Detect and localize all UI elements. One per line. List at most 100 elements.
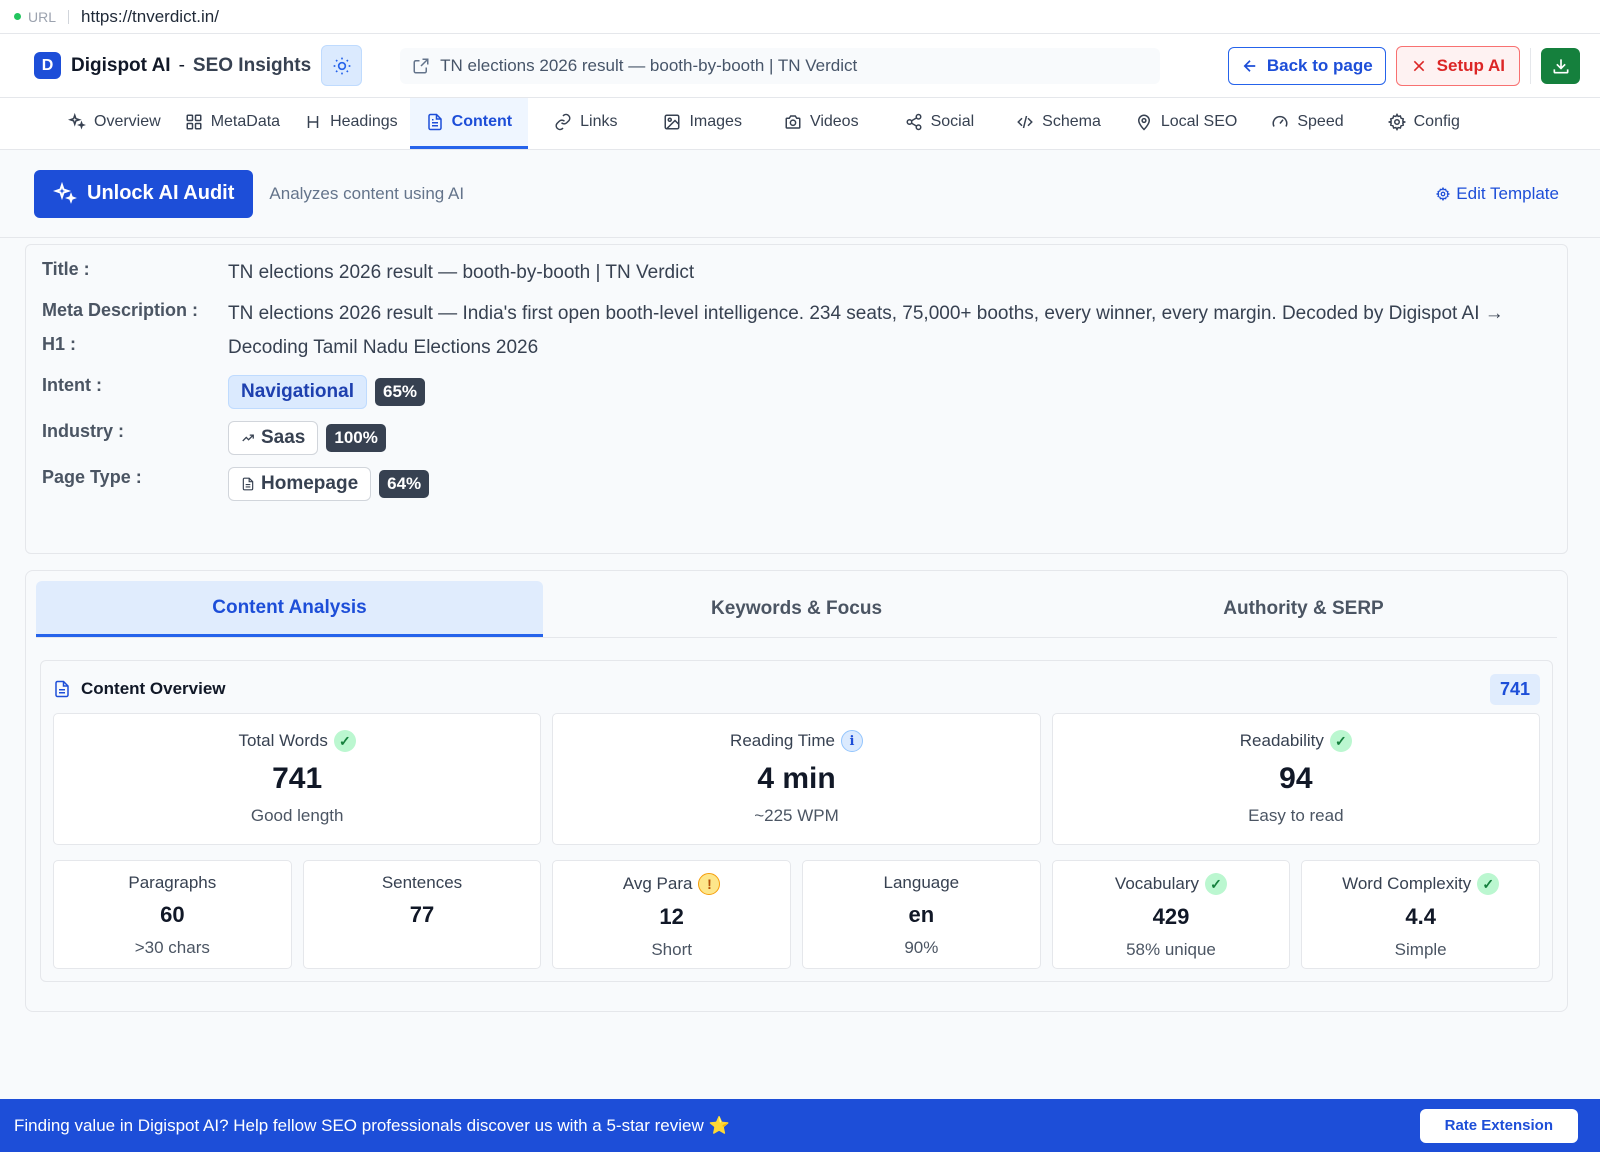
metric-label-row: Vocabulary ✓ — [1053, 873, 1290, 895]
external-link-icon — [413, 58, 429, 73]
metric-value: 77 — [409, 902, 435, 927]
edit-template-link[interactable]: Edit Template — [1436, 184, 1559, 204]
metric-card-sentences: Sentences 77 — [302, 860, 542, 969]
tab-config[interactable]: Config — [1358, 98, 1474, 149]
tab-authority-serp[interactable]: Authority & SERP — [1050, 581, 1557, 637]
meta-h1-value: Decoding Tamil Nadu Elections 2026 — [228, 337, 539, 358]
unlock-ai-audit-button[interactable]: Unlock AI Audit — [34, 169, 254, 218]
meta-row-title: Title : TN elections 2026 result — booth… — [42, 259, 1551, 288]
divider — [68, 9, 70, 24]
meta-row-intent: Intent : Navigational 65% — [42, 374, 1551, 409]
metric-value: 60 — [160, 902, 185, 927]
tab-images[interactable]: Images — [637, 98, 761, 149]
metric-label-row: Sentences — [304, 873, 541, 893]
metric-label-row: Language — [803, 873, 1040, 893]
meta-title-value: TN elections 2026 result — booth-by-boot… — [228, 262, 695, 283]
tab-local-seo[interactable]: Local SEO — [1115, 98, 1251, 149]
tab-label: Speed — [1297, 113, 1344, 130]
metric-value: 94 — [1279, 762, 1313, 795]
meta-summary: Title : TN elections 2026 result — booth… — [25, 244, 1568, 554]
metric-label: Word Complexity — [1342, 874, 1472, 893]
tab-speed[interactable]: Speed — [1251, 98, 1357, 149]
metric-sub: Good length — [250, 806, 344, 825]
tab-label: Content — [451, 113, 513, 130]
document-icon — [427, 113, 442, 131]
map-pin-icon — [1137, 114, 1150, 131]
link-icon — [555, 113, 571, 131]
app-header: D Digispot AI - SEO Insights TN election… — [0, 34, 1600, 98]
tab-label: Local SEO — [1160, 113, 1238, 130]
metric-card-paragraphs: Paragraphs 60 >30 chars — [53, 860, 292, 969]
metric-card-readability: Readability ✓ 94 Easy to read — [1051, 713, 1540, 845]
metric-card-word-complexity: Word Complexity ✓ 4.4 Simple — [1301, 860, 1540, 969]
metric-value: 4 min — [757, 762, 836, 795]
pagetype-value: Homepage — [261, 472, 359, 494]
back-to-page-button[interactable]: Back to page — [1227, 46, 1386, 85]
metric-label: Avg Para — [622, 874, 693, 893]
metric-card-total-words: Total Words ✓ 741 Good length — [53, 713, 542, 845]
tab-videos[interactable]: Videos — [762, 98, 879, 149]
download-button[interactable] — [1541, 47, 1580, 84]
tab-label: Images — [689, 113, 742, 130]
sun-icon — [333, 57, 350, 74]
meta-key: Title : — [42, 259, 90, 279]
industry-value: Saas — [261, 426, 306, 448]
word-count-badge: 741 — [1489, 673, 1540, 705]
tab-social[interactable]: Social — [879, 98, 995, 149]
check-icon: ✓ — [1205, 873, 1228, 895]
meta-row-h1: H1 : Decoding Tamil Nadu Elections 2026 — [42, 334, 1551, 363]
tab-content[interactable]: Content — [409, 98, 529, 149]
metric-value: 12 — [659, 904, 684, 929]
rate-extension-button[interactable]: Rate Extension — [1419, 1108, 1578, 1143]
arrow-left-icon — [1243, 59, 1256, 72]
brand-name: Digispot AI — [71, 54, 171, 76]
section-title: Content Overview — [81, 679, 226, 698]
tab-headings[interactable]: Headings — [292, 98, 410, 149]
content-toolbar: Unlock AI Audit Analyzes content using A… — [0, 150, 1600, 238]
grid-icon — [186, 114, 202, 130]
metric-sub: ~225 WPM — [754, 806, 839, 825]
metric-label-row: Total Words ✓ — [54, 730, 540, 752]
tab-metadata[interactable]: MetaData — [173, 98, 292, 149]
analysis-tabs: Content Analysis Keywords & Focus Author… — [36, 581, 1557, 638]
tab-keywords-focus[interactable]: Keywords & Focus — [543, 581, 1050, 637]
metric-sub: 90% — [904, 938, 939, 957]
edit-template-label: Edit Template — [1456, 183, 1559, 203]
sparkles-icon — [68, 113, 86, 130]
tab-content-analysis[interactable]: Content Analysis — [36, 581, 543, 637]
url-text[interactable]: https://tnverdict.in/ — [81, 7, 219, 27]
toolbar-description: Analyzes content using AI — [269, 183, 465, 203]
page-title-box[interactable]: TN elections 2026 result — booth-by-boot… — [400, 47, 1161, 84]
share-icon — [906, 113, 922, 131]
tab-overview[interactable]: Overview — [56, 98, 173, 149]
meta-key: Intent : — [42, 374, 102, 395]
metric-card-avg-para: Avg Para! 12 Short — [552, 860, 791, 969]
info-icon[interactable]: i — [840, 730, 863, 752]
theme-toggle-button[interactable] — [321, 45, 363, 86]
tab-schema[interactable]: Schema — [994, 98, 1115, 149]
metric-label: Reading Time — [730, 731, 835, 750]
pagetype-badge: Homepage — [228, 466, 372, 501]
image-icon — [664, 114, 680, 130]
metric-sub: >30 chars — [134, 938, 210, 957]
metric-sub: Simple — [1394, 940, 1447, 959]
setup-ai-button[interactable]: Setup AI — [1395, 45, 1520, 86]
review-banner: Finding value in Digispot AI? Help fello… — [0, 1099, 1600, 1152]
tab-label: MetaData — [210, 113, 281, 130]
content-overview: Content Overview 741 Total Words ✓ 741 Go… — [40, 660, 1553, 982]
meta-row-description: Meta Description : TN elections 2026 res… — [42, 300, 1551, 329]
tab-label: Schema — [1042, 113, 1101, 130]
metric-value: en — [908, 902, 935, 927]
metric-label: Sentences — [381, 873, 463, 892]
url-bar: URL https://tnverdict.in/ — [0, 0, 1600, 34]
main-nav: Overview MetaData Headings Content Links… — [0, 98, 1600, 150]
document-icon — [242, 477, 254, 490]
gauge-icon — [1272, 115, 1288, 127]
tab-links[interactable]: Links — [528, 98, 637, 149]
check-icon: ✓ — [333, 730, 356, 752]
sparkles-icon — [53, 181, 77, 204]
metric-value: 429 — [1152, 904, 1190, 929]
back-label: Back to page — [1266, 55, 1373, 75]
metric-label: Paragraphs — [128, 873, 217, 892]
banner-message: Finding value in Digispot AI? Help fello… — [14, 1115, 730, 1135]
